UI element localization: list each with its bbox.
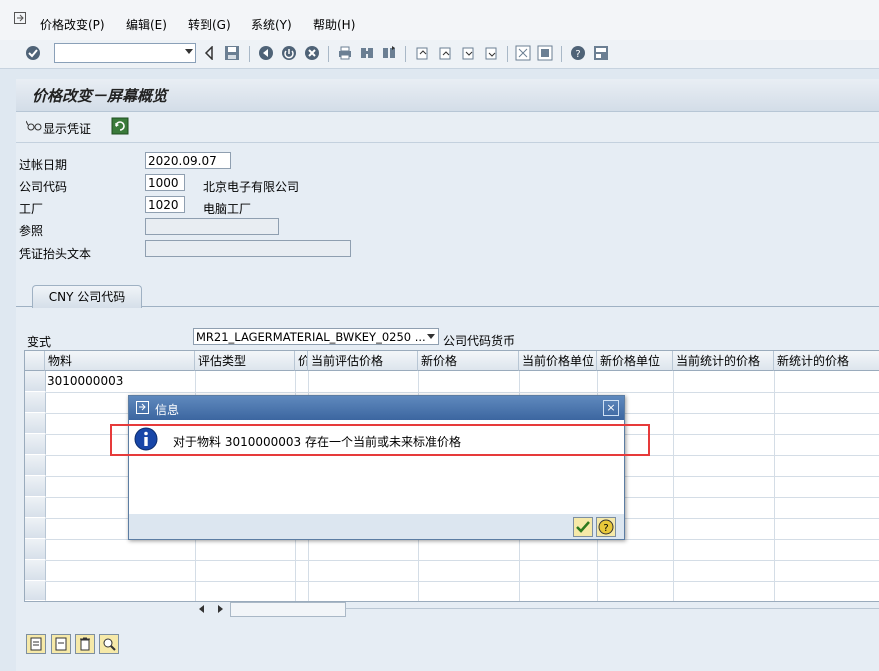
- deselect-all-icon: [55, 637, 67, 651]
- reference-label: 参照: [19, 224, 44, 238]
- shortcut-icon[interactable]: [537, 45, 553, 61]
- currency-label: 公司代码货币: [443, 334, 516, 348]
- deselect-all-button[interactable]: [51, 634, 71, 654]
- collapse-arrow-icon[interactable]: [204, 46, 214, 60]
- print-icon[interactable]: [337, 45, 353, 61]
- reference-field[interactable]: [145, 218, 279, 235]
- row-selector[interactable]: [25, 539, 46, 560]
- dialog-close-button[interactable]: ×: [603, 400, 619, 416]
- chevron-down-icon[interactable]: [185, 49, 193, 54]
- posting-date-field[interactable]: 2020.09.07: [145, 152, 231, 169]
- svg-text:?: ?: [575, 49, 580, 60]
- doc-header-text-field[interactable]: [145, 240, 351, 257]
- svg-text:?: ?: [603, 523, 608, 534]
- find-icon[interactable]: [359, 45, 375, 61]
- plant-field[interactable]: 1020: [145, 196, 185, 213]
- back-nav-icon[interactable]: [258, 45, 274, 61]
- row-selector[interactable]: [25, 392, 46, 413]
- row-selector[interactable]: [25, 434, 46, 455]
- help-question-button[interactable]: ?: [596, 517, 616, 537]
- scroll-right-icon[interactable]: [216, 604, 224, 614]
- row-selector[interactable]: [25, 560, 46, 581]
- trash-icon: [80, 637, 90, 651]
- tab-company-code-currency[interactable]: CNY 公司代码: [32, 285, 142, 308]
- cancel-icon[interactable]: [304, 45, 320, 61]
- column-header-price[interactable]: 价: [295, 351, 308, 371]
- column-header-new-stat-price[interactable]: 新统计的价格: [774, 351, 879, 371]
- company-name: 北京电子有限公司: [203, 180, 300, 194]
- confirm-checkmark-button[interactable]: [573, 517, 593, 537]
- save-icon[interactable]: [224, 45, 240, 61]
- scroll-thumb[interactable]: [230, 602, 346, 617]
- column-header-current-price-unit[interactable]: 当前价格单位: [519, 351, 597, 371]
- column-header-valuation-type[interactable]: 评估类型: [195, 351, 295, 371]
- table-cell-material[interactable]: 3010000003: [47, 374, 123, 388]
- row-selector[interactable]: [25, 497, 46, 518]
- application-toolbar: 显示凭证: [16, 112, 879, 143]
- row-selector[interactable]: [25, 476, 46, 497]
- menu-goto[interactable]: 转到(G): [188, 16, 231, 33]
- next-page-icon[interactable]: [460, 45, 476, 61]
- highlight-box: [110, 424, 650, 456]
- horizontal-scrollbar[interactable]: [196, 601, 879, 617]
- column-header-new-price-unit[interactable]: 新价格单位: [597, 351, 673, 371]
- menu-price-change[interactable]: 价格改变(P): [40, 16, 105, 33]
- company-code-field[interactable]: 1000: [145, 174, 185, 191]
- page-title: 价格改变－屏幕概览: [32, 87, 168, 105]
- glasses-icon: [26, 120, 42, 131]
- dialog-app-icon: [136, 401, 149, 414]
- command-field[interactable]: [54, 43, 196, 63]
- find-row-button[interactable]: [99, 634, 119, 654]
- exit-icon[interactable]: [281, 45, 297, 61]
- select-all-icon: [30, 637, 42, 651]
- info-dialog: 信息 × 对于物料 3010000003 存在一个当前或未来标准价格 ?: [128, 395, 625, 540]
- menu-edit[interactable]: 编辑(E): [126, 16, 167, 33]
- find-next-icon[interactable]: [381, 45, 397, 61]
- chevron-down-icon[interactable]: [427, 334, 435, 339]
- scroll-left-icon[interactable]: [198, 604, 206, 614]
- row-selector[interactable]: [25, 455, 46, 476]
- select-all-header[interactable]: [25, 351, 45, 371]
- dialog-title: 信息: [155, 403, 180, 417]
- screen-title-bar: 价格改变－屏幕概览: [16, 79, 879, 112]
- column-header-current-stat-price[interactable]: 当前统计的价格: [673, 351, 774, 371]
- column-header-current-price[interactable]: 当前评估价格: [308, 351, 418, 371]
- row-selector[interactable]: [25, 371, 46, 392]
- refresh-icon[interactable]: [111, 117, 129, 135]
- plant-label: 工厂: [19, 202, 44, 216]
- dialog-title-bar[interactable]: 信息 ×: [129, 396, 624, 420]
- magnifier-icon: [103, 638, 116, 651]
- help-icon[interactable]: ?: [570, 45, 586, 61]
- prev-page-icon[interactable]: [437, 45, 453, 61]
- first-page-icon[interactable]: [414, 45, 430, 61]
- column-header-material[interactable]: 物料: [45, 351, 195, 371]
- posting-date-label: 过帐日期: [19, 158, 68, 172]
- column-header-new-price[interactable]: 新价格: [418, 351, 519, 371]
- app-menu-icon[interactable]: [14, 12, 26, 24]
- doc-header-text-label: 凭证抬头文本: [19, 247, 92, 261]
- enter-icon[interactable]: [25, 45, 41, 61]
- delete-row-button[interactable]: [75, 634, 95, 654]
- scroll-track: [346, 608, 879, 609]
- variant-select[interactable]: MR21_LAGERMATERIAL_BWKEY_0250 ...: [193, 328, 439, 345]
- last-page-icon[interactable]: [483, 45, 499, 61]
- variant-label: 变式: [27, 335, 52, 349]
- plant-name: 电脑工厂: [203, 202, 252, 216]
- menu-bar: 价格改变(P) 编辑(E) 转到(G) 系统(Y) 帮助(H): [0, 0, 879, 40]
- layout-menu-icon[interactable]: [593, 45, 609, 61]
- select-all-button[interactable]: [26, 634, 46, 654]
- row-selector[interactable]: [25, 581, 46, 601]
- show-document-button[interactable]: 显示凭证: [43, 120, 91, 137]
- create-session-icon[interactable]: [515, 45, 531, 61]
- menu-help[interactable]: 帮助(H): [313, 16, 355, 33]
- dialog-footer: ?: [129, 514, 624, 539]
- menu-system[interactable]: 系统(Y): [251, 16, 292, 33]
- row-selector[interactable]: [25, 518, 46, 539]
- tab-strip-line: [16, 306, 879, 307]
- company-code-label: 公司代码: [19, 180, 68, 194]
- row-selector[interactable]: [25, 413, 46, 434]
